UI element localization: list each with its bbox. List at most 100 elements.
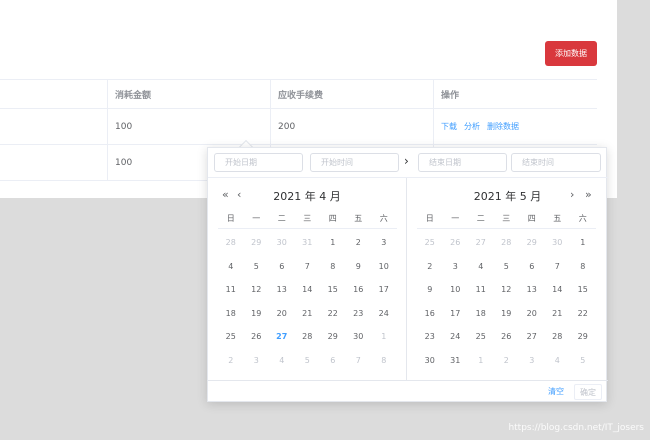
day-cell[interactable]: 5 xyxy=(295,356,321,365)
day-cell[interactable]: 11 xyxy=(218,285,244,294)
day-cell[interactable]: 30 xyxy=(346,332,372,341)
day-cell[interactable]: 26 xyxy=(443,238,469,247)
day-cell[interactable]: 6 xyxy=(519,262,545,271)
day-cell[interactable]: 8 xyxy=(570,262,596,271)
day-cell[interactable]: 19 xyxy=(244,309,270,318)
day-cell[interactable]: 10 xyxy=(371,262,397,271)
day-cell[interactable]: 14 xyxy=(295,285,321,294)
day-cell[interactable]: 29 xyxy=(320,332,346,341)
day-cell[interactable]: 25 xyxy=(417,238,443,247)
day-cell[interactable]: 2 xyxy=(494,356,520,365)
day-cell[interactable]: 4 xyxy=(218,262,244,271)
day-cell[interactable]: 25 xyxy=(218,332,244,341)
day-cell[interactable]: 27 xyxy=(468,238,494,247)
end-time-input[interactable]: 结束时间 xyxy=(511,153,601,172)
day-cell[interactable]: 7 xyxy=(295,262,321,271)
day-cell[interactable]: 8 xyxy=(320,262,346,271)
day-cell[interactable]: 9 xyxy=(346,262,372,271)
day-cell[interactable]: 15 xyxy=(570,285,596,294)
day-cell[interactable]: 15 xyxy=(320,285,346,294)
day-cell[interactable]: 16 xyxy=(346,285,372,294)
day-cell[interactable]: 13 xyxy=(519,285,545,294)
day-cell[interactable]: 28 xyxy=(494,238,520,247)
day-cell[interactable]: 24 xyxy=(371,309,397,318)
day-cell[interactable]: 6 xyxy=(320,356,346,365)
day-cell[interactable]: 1 xyxy=(570,238,596,247)
day-cell[interactable]: 18 xyxy=(218,309,244,318)
day-cell[interactable]: 11 xyxy=(468,285,494,294)
day-cell[interactable]: 24 xyxy=(443,332,469,341)
day-cell[interactable]: 30 xyxy=(545,238,571,247)
day-cell[interactable]: 5 xyxy=(570,356,596,365)
day-cell[interactable]: 21 xyxy=(295,309,321,318)
day-cell[interactable]: 9 xyxy=(417,285,443,294)
day-cell[interactable]: 5 xyxy=(244,262,270,271)
day-cell[interactable]: 16 xyxy=(417,309,443,318)
day-cell[interactable]: 29 xyxy=(570,332,596,341)
day-cell[interactable]: 23 xyxy=(346,309,372,318)
day-cell-today[interactable]: 27 xyxy=(269,332,295,341)
day-cell[interactable]: 2 xyxy=(346,238,372,247)
day-cell[interactable]: 31 xyxy=(295,238,321,247)
day-cell[interactable]: 17 xyxy=(443,309,469,318)
day-cell[interactable]: 7 xyxy=(346,356,372,365)
day-cell[interactable]: 23 xyxy=(417,332,443,341)
day-cell[interactable]: 4 xyxy=(545,356,571,365)
day-cell[interactable]: 12 xyxy=(244,285,270,294)
day-cell[interactable]: 2 xyxy=(218,356,244,365)
day-cell[interactable]: 29 xyxy=(244,238,270,247)
day-cell[interactable]: 20 xyxy=(269,309,295,318)
day-cell[interactable]: 30 xyxy=(269,238,295,247)
day-cell[interactable]: 29 xyxy=(519,238,545,247)
day-cell[interactable]: 7 xyxy=(545,262,571,271)
day-cell[interactable]: 3 xyxy=(244,356,270,365)
day-cell[interactable]: 6 xyxy=(269,262,295,271)
day-cell[interactable]: 20 xyxy=(519,309,545,318)
day-cell[interactable]: 22 xyxy=(570,309,596,318)
day-cell[interactable]: 3 xyxy=(443,262,469,271)
day-cell[interactable]: 28 xyxy=(295,332,321,341)
day-cell[interactable]: 25 xyxy=(468,332,494,341)
day-cell[interactable]: 8 xyxy=(371,356,397,365)
day-cell[interactable]: 12 xyxy=(494,285,520,294)
day-cell[interactable]: 10 xyxy=(443,285,469,294)
download-link[interactable]: 下载 xyxy=(441,121,457,132)
week-row: 16 17 18 19 20 21 22 xyxy=(417,302,596,326)
day-cell[interactable]: 17 xyxy=(371,285,397,294)
day-cell[interactable]: 18 xyxy=(468,309,494,318)
day-cell[interactable]: 4 xyxy=(468,262,494,271)
weekday-label: 二 xyxy=(476,214,485,223)
table-cell xyxy=(0,109,107,144)
day-cell[interactable]: 5 xyxy=(494,262,520,271)
day-cell[interactable]: 19 xyxy=(494,309,520,318)
day-cell[interactable]: 1 xyxy=(320,238,346,247)
day-cell[interactable]: 3 xyxy=(519,356,545,365)
day-cell[interactable]: 26 xyxy=(244,332,270,341)
day-cell[interactable]: 31 xyxy=(443,356,469,365)
delete-link[interactable]: 删除数据 xyxy=(487,121,519,132)
clear-button[interactable]: 清空 xyxy=(548,386,564,397)
calendar-title-left: 2021 年 4 月 xyxy=(273,190,341,203)
day-cell[interactable]: 22 xyxy=(320,309,346,318)
week-row: 23 24 25 26 27 28 29 xyxy=(417,325,596,349)
day-cell[interactable]: 28 xyxy=(545,332,571,341)
weekday-label: 六 xyxy=(578,214,587,223)
day-cell[interactable]: 27 xyxy=(519,332,545,341)
day-cell[interactable]: 14 xyxy=(545,285,571,294)
day-cell[interactable]: 2 xyxy=(417,262,443,271)
day-cell[interactable]: 28 xyxy=(218,238,244,247)
day-cell[interactable]: 3 xyxy=(371,238,397,247)
day-cell[interactable]: 1 xyxy=(371,332,397,341)
day-cell[interactable]: 4 xyxy=(269,356,295,365)
day-cell[interactable]: 21 xyxy=(545,309,571,318)
confirm-button[interactable]: 确定 xyxy=(574,384,602,400)
day-cell[interactable]: 13 xyxy=(269,285,295,294)
day-cell[interactable]: 30 xyxy=(417,356,443,365)
analyze-link[interactable]: 分析 xyxy=(464,121,480,132)
day-cell[interactable]: 26 xyxy=(494,332,520,341)
start-time-input[interactable]: 开始时间 xyxy=(310,153,399,172)
end-date-input[interactable]: 结束日期 xyxy=(418,153,507,172)
add-data-button[interactable]: 添加数据 xyxy=(545,41,597,66)
start-date-input[interactable]: 开始日期 xyxy=(214,153,303,172)
day-cell[interactable]: 1 xyxy=(468,356,494,365)
